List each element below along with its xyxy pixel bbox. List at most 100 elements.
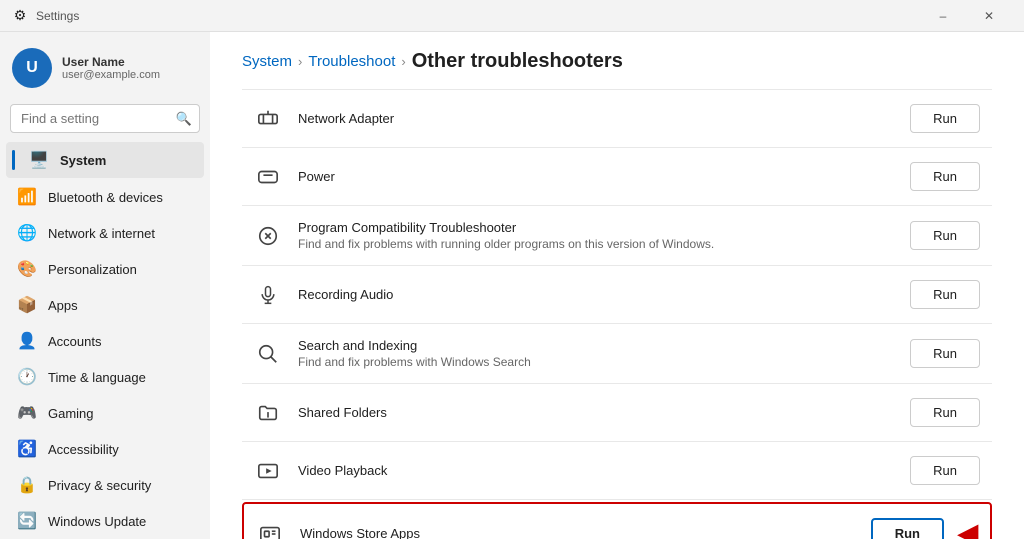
close-button[interactable]: ✕ [966,0,1012,32]
search-indexing-title: Search and Indexing [298,338,894,353]
troubleshooter-search-indexing: Search and Indexing Find and fix problem… [242,324,992,384]
program-compat-title: Program Compatibility Troubleshooter [298,220,894,235]
sidebar-item-system[interactable]: 🖥️ System [6,142,204,178]
window-controls: – ✕ [920,0,1012,32]
sidebar-item-apps[interactable]: 📦 Apps [6,288,204,322]
apps-icon: 📦 [18,296,36,314]
sidebar-item-label: Accessibility [48,442,119,457]
personalization-icon: 🎨 [18,260,36,278]
recording-audio-run-button[interactable]: Run [910,280,980,309]
troubleshooter-windows-store-apps: Windows Store Apps Run ◀ [242,502,992,539]
windows-store-icon [256,520,284,539]
profile-section: U User Name user@example.com [0,40,210,100]
sidebar-item-label: Personalization [48,262,137,277]
minimize-button[interactable]: – [920,0,966,32]
troubleshooter-program-compat: Program Compatibility Troubleshooter Fin… [242,206,992,266]
arrow-container: Run ◀ [871,518,978,539]
network-icon: 🌐 [18,224,36,242]
breadcrumb-troubleshoot[interactable]: Troubleshoot [308,53,395,70]
settings-icon: ⚙ [12,8,28,24]
troubleshooter-video-playback: Video Playback Run [242,442,992,500]
profile-info: User Name user@example.com [62,55,160,81]
titlebar-title: Settings [36,9,79,23]
search-indexing-text: Search and Indexing Find and fix problem… [298,338,894,369]
titlebar: ⚙ Settings – ✕ [0,0,1024,32]
profile-email: user@example.com [62,69,160,81]
sidebar-item-label: Accounts [48,334,101,349]
bluetooth-icon: 📶 [18,188,36,206]
breadcrumb-current: Other troubleshooters [412,50,623,73]
search-indexing-subtitle: Find and fix problems with Windows Searc… [298,355,894,369]
power-title: Power [298,169,894,184]
sidebar-item-time[interactable]: 🕐 Time & language [6,360,204,394]
shared-folders-text: Shared Folders [298,405,894,420]
windows-store-apps-run-button[interactable]: Run [871,518,944,539]
shared-folders-icon [254,399,282,427]
troubleshooter-recording-audio: Recording Audio Run [242,266,992,324]
accessibility-icon: ♿ [18,440,36,458]
sidebar-item-personalization[interactable]: 🎨 Personalization [6,252,204,286]
search-input[interactable] [10,104,200,133]
breadcrumb: System › Troubleshoot › Other troublesho… [242,32,992,89]
windows-store-apps-title: Windows Store Apps [300,526,855,539]
sidebar-item-gaming[interactable]: 🎮 Gaming [6,396,204,430]
sidebar-item-label: Gaming [48,406,94,421]
network-adapter-run-button[interactable]: Run [910,104,980,133]
network-adapter-icon [254,105,282,133]
network-adapter-title: Network Adapter [298,111,894,126]
time-icon: 🕐 [18,368,36,386]
video-playback-icon [254,457,282,485]
breadcrumb-sep-1: › [298,54,302,69]
search-box: 🔍 [10,104,200,133]
program-compat-text: Program Compatibility Troubleshooter Fin… [298,220,894,251]
sidebar-item-label: Time & language [48,370,146,385]
sidebar-item-network[interactable]: 🌐 Network & internet [6,216,204,250]
search-icon: 🔍 [176,111,192,127]
breadcrumb-system[interactable]: System [242,53,292,70]
sidebar-item-label: Bluetooth & devices [48,190,163,205]
troubleshooter-shared-folders: Shared Folders Run [242,384,992,442]
avatar: U [12,48,52,88]
gaming-icon: 🎮 [18,404,36,422]
privacy-icon: 🔒 [18,476,36,494]
sidebar-item-label: Network & internet [48,226,155,241]
red-arrow: ◀ [958,518,978,539]
program-compat-icon [254,222,282,250]
sidebar-item-accessibility[interactable]: ♿ Accessibility [6,432,204,466]
sidebar-item-label: Privacy & security [48,478,151,493]
update-icon: 🔄 [18,512,36,530]
shared-folders-run-button[interactable]: Run [910,398,980,427]
video-playback-text: Video Playback [298,463,894,478]
sidebar-item-label: System [60,153,106,168]
program-compat-run-button[interactable]: Run [910,221,980,250]
video-playback-title: Video Playback [298,463,894,478]
sidebar-item-bluetooth[interactable]: 📶 Bluetooth & devices [6,180,204,214]
breadcrumb-sep-2: › [401,54,405,69]
sidebar-item-label: Windows Update [48,514,146,529]
sidebar-item-accounts[interactable]: 👤 Accounts [6,324,204,358]
system-icon: 🖥️ [30,151,48,169]
shared-folders-title: Shared Folders [298,405,894,420]
main-content: System › Troubleshoot › Other troublesho… [210,32,1024,539]
troubleshooter-list: Network Adapter Run Power Run [242,89,992,539]
sidebar-item-label: Apps [48,298,78,313]
troubleshooter-power: Power Run [242,148,992,206]
search-indexing-icon [254,340,282,368]
sidebar: U User Name user@example.com 🔍 🖥️ System… [0,32,210,539]
program-compat-subtitle: Find and fix problems with running older… [298,237,894,251]
recording-audio-text: Recording Audio [298,287,894,302]
recording-audio-title: Recording Audio [298,287,894,302]
sidebar-item-update[interactable]: 🔄 Windows Update [6,504,204,538]
recording-audio-icon [254,281,282,309]
power-text: Power [298,169,894,184]
network-adapter-text: Network Adapter [298,111,894,126]
profile-name: User Name [62,55,160,69]
accounts-icon: 👤 [18,332,36,350]
power-run-button[interactable]: Run [910,162,980,191]
troubleshooter-network-adapter: Network Adapter Run [242,89,992,148]
power-icon [254,163,282,191]
windows-store-apps-text: Windows Store Apps [300,526,855,539]
sidebar-item-privacy[interactable]: 🔒 Privacy & security [6,468,204,502]
search-indexing-run-button[interactable]: Run [910,339,980,368]
video-playback-run-button[interactable]: Run [910,456,980,485]
